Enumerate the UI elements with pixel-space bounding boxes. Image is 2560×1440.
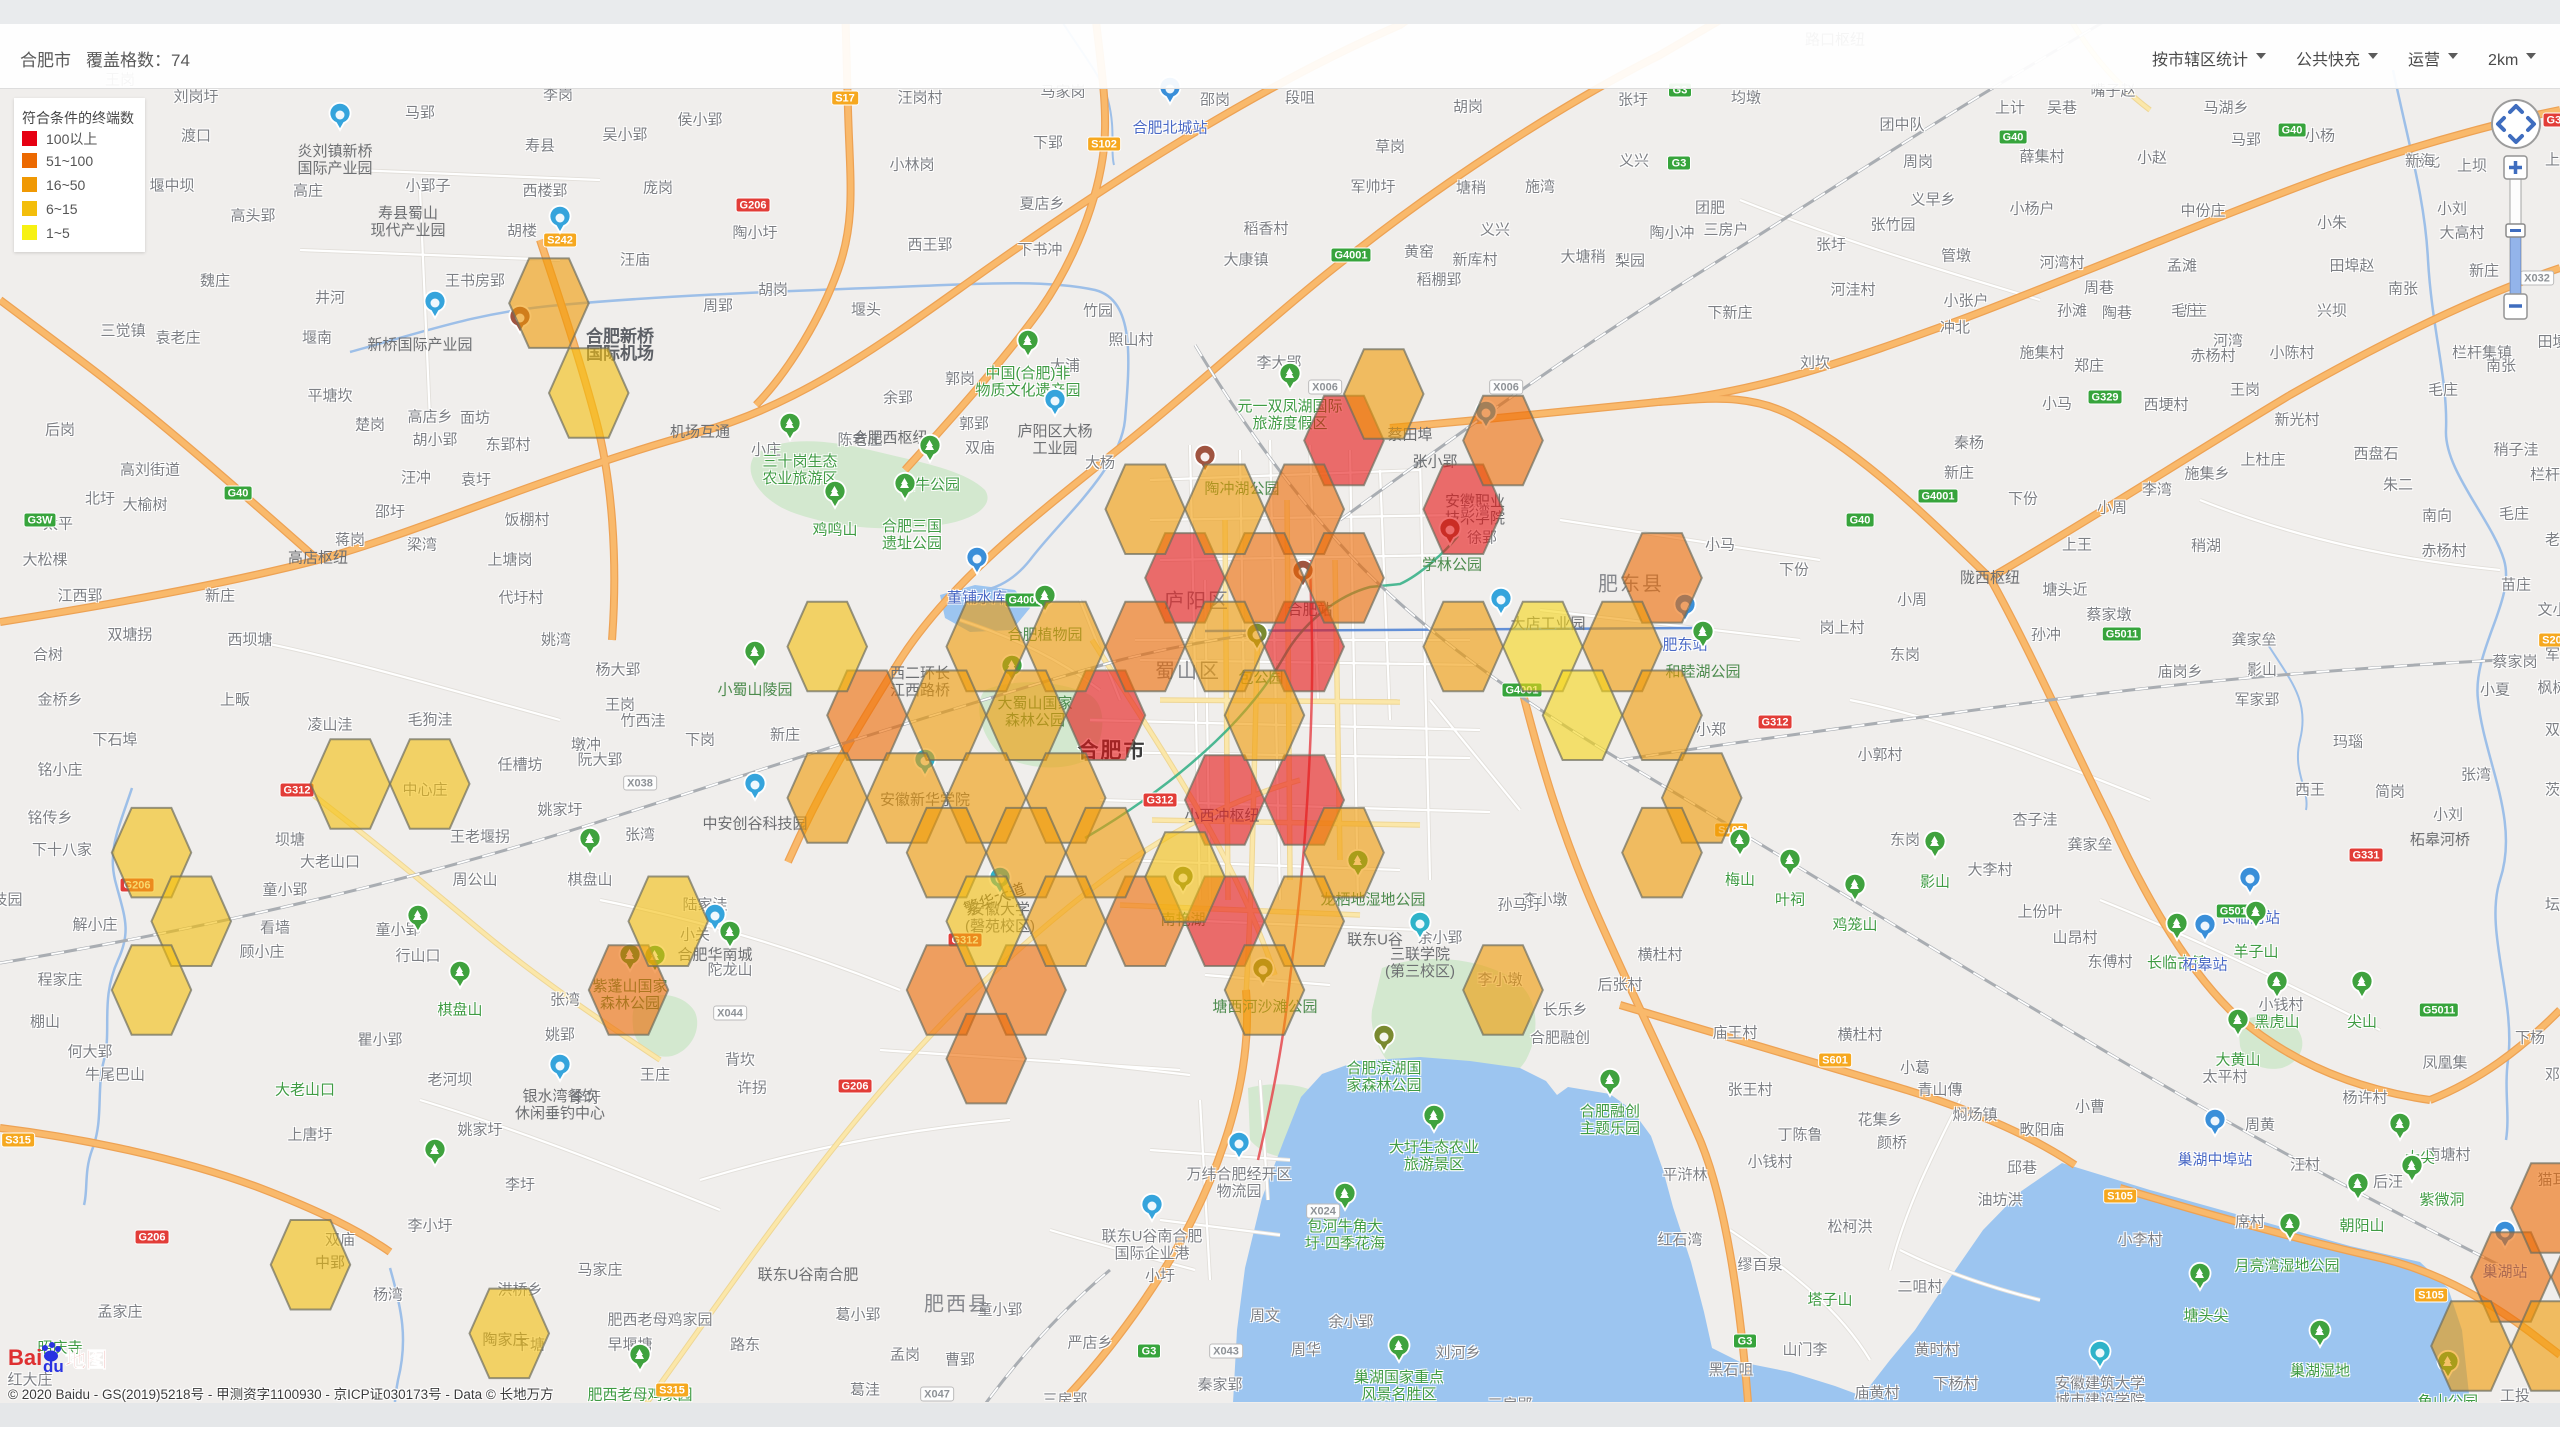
svg-text:Bai: Bai [8, 1345, 42, 1370]
svg-text:du: du [43, 1357, 64, 1376]
svg-text:地图: 地图 [65, 1348, 107, 1372]
